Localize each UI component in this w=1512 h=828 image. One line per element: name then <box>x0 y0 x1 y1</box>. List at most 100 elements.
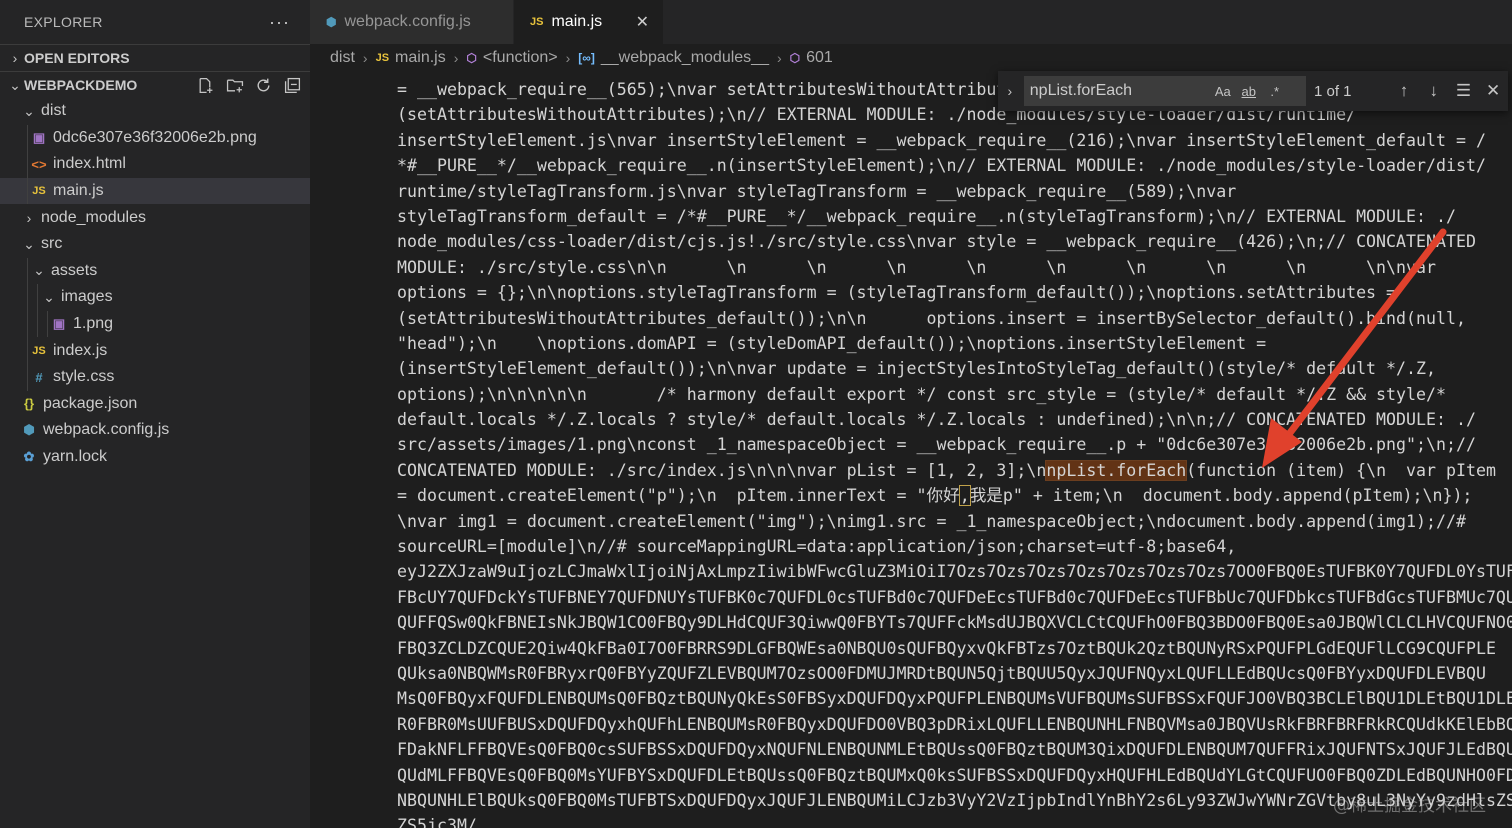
code-line[interactable]: *#__PURE__*/__webpack_require__.n(insert… <box>397 153 1512 178</box>
tree-item[interactable]: {} package.json <box>0 391 310 418</box>
js-file-icon: JS <box>530 16 544 28</box>
regex-icon[interactable]: .* <box>1262 84 1288 99</box>
tree-item-label: src <box>41 235 63 253</box>
code-editor[interactable]: = __webpack_require__(565);\nvar setAttr… <box>310 71 1512 828</box>
breadcrumb-item[interactable]: 601 <box>806 49 833 67</box>
code-line[interactable]: sourceURL=[module]\n//# sourceMappingURL… <box>397 534 1512 559</box>
code-line[interactable]: QUFFQSw0QkFBNEIsNkJBQW1CO0FBQy9DLHdCQUF3… <box>397 610 1512 635</box>
indent-guide <box>27 124 28 152</box>
tree-item[interactable]: <> index.html <box>0 151 310 178</box>
find-widget: › Aa ab .* 1 of 1 ↑ ↓ ☰ ✕ <box>998 71 1508 111</box>
chevron-right-icon: › <box>362 49 368 66</box>
code-text: = document.createElement("p");\n pItem.i… <box>397 486 960 506</box>
code-line[interactable]: R0FBR0MsUUFBUSxDQUFDQyxhQUFhLENBQUMsR0FB… <box>397 712 1512 737</box>
code-content[interactable]: = __webpack_require__(565);\nvar setAttr… <box>397 77 1512 828</box>
code-line[interactable]: \nvar img1 = document.createElement("img… <box>397 509 1512 534</box>
tab-label: main.js <box>551 13 603 30</box>
code-line[interactable]: CONCATENATED MODULE: ./src/index.js\n\n\… <box>397 458 1512 483</box>
tree-item-label: package.json <box>43 394 138 412</box>
breadcrumb-item[interactable]: __webpack_modules__ <box>601 49 769 67</box>
js-file-icon: JS <box>375 51 390 64</box>
collapse-all-icon[interactable] <box>283 76 302 95</box>
search-match-highlight: npList.forEach <box>1045 459 1188 481</box>
chevron-down-icon: ⌄ <box>43 288 55 305</box>
tree-item[interactable]: ▣ 1.png <box>0 310 310 338</box>
code-line[interactable]: options);\n\n\n\n\n /* harmony default e… <box>397 382 1512 407</box>
code-line[interactable]: runtime/styleTagTransform.js\nvar styleT… <box>397 179 1512 204</box>
code-line[interactable]: QUdMLFFBQVEsQ0FBQ0MsYUFBYSxDQUFDLEtBQUss… <box>397 763 1512 788</box>
cube-icon: ⬡ <box>789 50 801 65</box>
tree-item[interactable]: ⌄ images <box>0 284 310 311</box>
code-line[interactable]: node_modules/css-loader/dist/cjs.js!./sr… <box>397 229 1512 254</box>
next-match-icon[interactable]: ↓ <box>1419 81 1449 101</box>
new-folder-icon[interactable] <box>225 76 244 95</box>
tree-item-label: images <box>61 288 113 306</box>
code-text: (function (item) {\n var pItem <box>1186 460 1496 480</box>
tab-webpack-config[interactable]: ⬢ webpack.config.js <box>310 0 514 44</box>
tree-item-label: main.js <box>53 182 104 200</box>
breadcrumb-item[interactable]: <function> <box>483 49 558 67</box>
chevron-right-icon: › <box>26 209 32 226</box>
tree-item[interactable]: › node_modules <box>0 204 310 231</box>
code-line[interactable]: FDakNFLFFBQVEsQ0FBQ0csSUFBSSxDQUFDQyxNQU… <box>397 737 1512 762</box>
tree-item-label: index.html <box>53 155 126 173</box>
code-line[interactable]: styleTagTransform_default = /*#__PURE__*… <box>397 204 1512 229</box>
find-input[interactable] <box>1029 82 1210 100</box>
previous-match-icon[interactable]: ↑ <box>1389 81 1419 101</box>
code-line[interactable]: options = {};\n\noptions.styleTagTransfo… <box>397 280 1512 305</box>
tree-item[interactable]: ⬢ webpack.config.js <box>0 417 310 444</box>
whole-word-icon[interactable]: ab <box>1236 84 1262 99</box>
indent-guide <box>27 284 28 311</box>
code-line[interactable]: QUksa0NBQWMsR0FBRyxrQ0FBYyZQUFZLEVBQUM7O… <box>397 661 1512 686</box>
find-in-selection-icon[interactable]: ☰ <box>1449 81 1479 101</box>
match-case-icon[interactable]: Aa <box>1210 84 1236 99</box>
code-line[interactable]: "head");\n \noptions.domAPI = (styleDomA… <box>397 331 1512 356</box>
explorer-title: EXPLORER <box>24 14 103 30</box>
new-file-icon[interactable] <box>196 76 215 95</box>
code-line[interactable]: (insertStyleElement_default());\n\nvar u… <box>397 356 1512 381</box>
code-line[interactable]: FBcUY7QUFDckYsTUFBNEY7QUFDNUYsTUFBK0c7QU… <box>397 585 1512 610</box>
code-line[interactable]: eyJ2ZXJzaW9uIjozLCJmaWxlIjoiNjAxLmpzIiwi… <box>397 559 1512 584</box>
indent-guide <box>27 151 28 178</box>
tree-item[interactable]: ⌄ src <box>0 231 310 258</box>
tree-item[interactable]: ▣ 0dc6e307e36f32006e2b.png <box>0 124 310 152</box>
chevron-right-icon: › <box>12 50 18 66</box>
breadcrumb-item[interactable]: dist <box>330 49 355 67</box>
close-icon[interactable]: ✕ <box>1478 81 1508 101</box>
webpack-file-icon: ⬢ <box>23 422 35 438</box>
breadcrumb-item[interactable]: main.js <box>395 49 446 67</box>
explorer-header: EXPLORER ··· <box>0 0 310 44</box>
project-section[interactable]: ⌄ WEBPACKDEMO <box>0 71 310 98</box>
code-line[interactable]: default.locals */.Z.locals ? style/* def… <box>397 407 1512 432</box>
tree-item-label: 1.png <box>73 315 114 333</box>
tree-item-label: 0dc6e307e36f32006e2b.png <box>53 128 257 146</box>
bracket-match-box: , <box>958 485 971 507</box>
code-text: 我是p" + item;\n document.body.append(pIte… <box>969 486 1473 506</box>
chevron-right-icon: › <box>776 49 782 66</box>
tree-item[interactable]: JS main.js <box>0 177 310 205</box>
tree-item[interactable]: # style.css <box>0 363 310 391</box>
tree-item[interactable]: ⌄ dist <box>0 98 310 125</box>
code-line[interactable]: MODULE: ./src/style.css\n\n \n \n \n \n … <box>397 255 1512 280</box>
tree-item[interactable]: JS index.js <box>0 337 310 364</box>
code-line[interactable]: src/assets/images/1.png\nconst _1_namesp… <box>397 432 1512 457</box>
tree-item[interactable]: ⌄ assets <box>0 257 310 285</box>
code-line[interactable]: insertStyleElement.js\nvar insertStyleEl… <box>397 128 1512 153</box>
code-line[interactable]: MsQ0FBQyxFQUFDLENBQUMsQ0FBQztBQUNyQkEsS0… <box>397 686 1512 711</box>
chevron-down-icon: ⌄ <box>33 262 45 279</box>
chevron-down-icon: ⌄ <box>23 102 35 119</box>
js-file-icon: JS <box>32 185 46 198</box>
indent-guide <box>27 363 28 391</box>
refresh-icon[interactable] <box>254 76 273 95</box>
chevron-right-icon: › <box>453 49 459 66</box>
close-icon[interactable]: ✕ <box>636 12 649 32</box>
tree-item[interactable]: ✿ yarn.lock <box>0 444 310 471</box>
code-line[interactable]: (setAttributesWithoutAttributes_default(… <box>397 306 1512 331</box>
open-editors-section[interactable]: › OPEN EDITORS <box>0 44 310 71</box>
tab-main-js[interactable]: JS main.js ✕ <box>514 0 664 44</box>
toggle-replace-icon[interactable]: › <box>998 83 1022 99</box>
cube-icon: ⬡ <box>466 50 477 65</box>
code-line[interactable]: = document.createElement("p");\n pItem.i… <box>397 483 1512 508</box>
code-line[interactable]: FBQ3ZCLDZCQUE2Qiw4QkFBa0I7O0FBRRS9DLGFBQ… <box>397 636 1512 661</box>
more-actions-icon[interactable]: ··· <box>269 12 290 33</box>
